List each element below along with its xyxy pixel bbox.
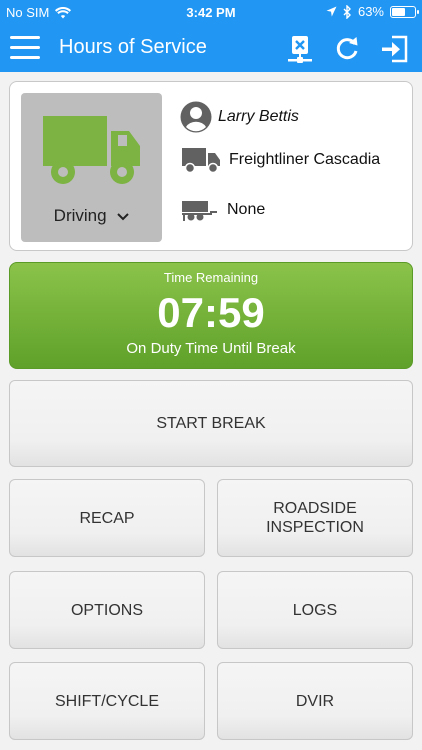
trailer-icon xyxy=(182,201,217,221)
vehicle-truck-icon xyxy=(182,148,220,173)
time-remaining-subtitle: On Duty Time Until Break xyxy=(126,340,296,357)
driver-name: Larry Bettis xyxy=(218,108,299,125)
duty-status-selector[interactable]: Driving xyxy=(21,93,162,242)
battery-percent: 63% xyxy=(357,4,384,19)
roadside-inspection-button[interactable]: ROADSIDE INSPECTION xyxy=(217,479,413,557)
driver-status-card: Driving Larry Bettis Freightliner Cascad… xyxy=(9,81,413,251)
menu-icon[interactable] xyxy=(10,33,42,63)
logout-icon[interactable] xyxy=(380,34,410,64)
time-remaining-panel[interactable]: Time Remaining 07:59 On Duty Time Until … xyxy=(9,262,413,369)
driver-row[interactable]: Larry Bettis xyxy=(180,100,299,134)
chevron-down-icon xyxy=(117,212,130,220)
battery-level xyxy=(392,7,405,16)
duty-status-label: Driving xyxy=(21,206,162,226)
trailer-row[interactable]: None xyxy=(180,193,265,227)
roadside-inspection-label-line1: ROADSIDE xyxy=(273,500,357,517)
vehicle-name: Freightliner Cascadia xyxy=(229,151,381,168)
time-remaining-value: 07:59 xyxy=(157,289,265,336)
truck-icon xyxy=(43,116,140,184)
bluetooth-icon xyxy=(343,4,351,19)
disconnect-device-icon[interactable] xyxy=(285,34,315,64)
shift-cycle-button[interactable]: SHIFT/CYCLE xyxy=(9,662,205,740)
logs-button[interactable]: LOGS xyxy=(217,571,413,649)
battery-icon xyxy=(390,5,419,18)
start-break-button[interactable]: START BREAK xyxy=(9,380,413,467)
user-icon xyxy=(180,101,212,133)
vehicle-row[interactable]: Freightliner Cascadia xyxy=(181,143,380,177)
page-title: Hours of Service xyxy=(59,36,207,58)
duty-status-value: Driving xyxy=(53,206,107,225)
roadside-inspection-label-line2: INSPECTION xyxy=(266,519,364,536)
trailer-name: None xyxy=(227,201,266,218)
time-remaining-label: Time Remaining xyxy=(163,270,259,285)
nav-bar: Hours of Service xyxy=(0,24,422,72)
recap-button[interactable]: RECAP xyxy=(9,479,205,557)
refresh-icon[interactable] xyxy=(332,34,362,64)
dvir-button[interactable]: DVIR xyxy=(217,662,413,740)
options-button[interactable]: OPTIONS xyxy=(9,571,205,649)
status-bar: No SIM 3:42 PM 63% xyxy=(0,0,422,24)
location-arrow-icon xyxy=(326,6,337,17)
